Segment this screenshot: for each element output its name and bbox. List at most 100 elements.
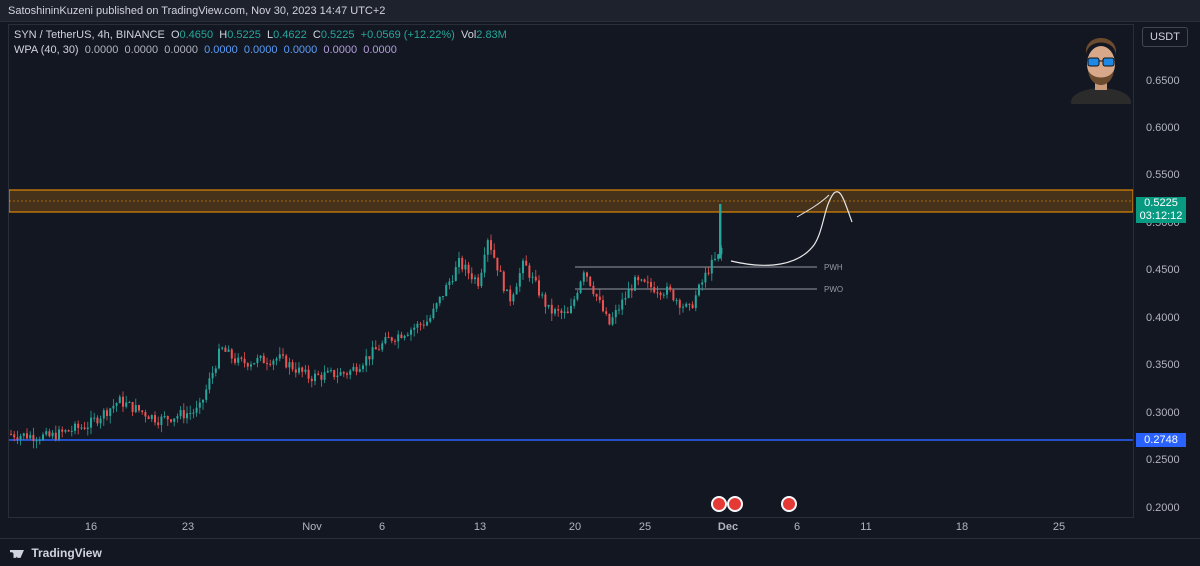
- candle-body: [621, 299, 624, 310]
- candle-body: [317, 373, 320, 375]
- time-axis[interactable]: 16 23 Nov 6 13 20 25 Dec 6 11 18 25: [8, 518, 1134, 536]
- candle-body: [592, 285, 595, 295]
- candle-body: [528, 265, 531, 278]
- candle-body: [166, 416, 169, 420]
- us-flag-event-icon[interactable]: [727, 496, 743, 512]
- chart-legend: SYN / TetherUS, 4h, BINANCE O0.4650 H0.5…: [14, 28, 507, 58]
- candle-body: [259, 355, 262, 358]
- candle-body: [32, 434, 35, 441]
- candle-body: [544, 294, 547, 307]
- candle-body: [464, 264, 467, 270]
- candle-body: [70, 430, 73, 432]
- candle-body: [426, 321, 428, 326]
- candle-body: [406, 334, 409, 336]
- candle-body: [282, 354, 284, 356]
- candle-body: [704, 272, 707, 283]
- candle-body: [614, 310, 617, 318]
- candle-body: [598, 296, 601, 301]
- candle-body: [413, 327, 416, 330]
- pwh-label: PWH: [824, 263, 843, 272]
- candle-body: [490, 240, 492, 250]
- candle-body: [195, 407, 198, 413]
- candle-body: [157, 422, 160, 426]
- candle-body: [29, 434, 32, 439]
- candle-body: [170, 419, 172, 422]
- candle-body: [502, 271, 505, 292]
- tradingview-logo[interactable]: TradingView: [10, 546, 102, 560]
- candle-body: [486, 240, 489, 255]
- candle-body: [202, 399, 204, 403]
- candle-body: [429, 317, 432, 322]
- legend-symbol[interactable]: SYN / TetherUS, 4h, BINANCE: [14, 29, 165, 41]
- candle-body: [246, 363, 249, 367]
- time-label: 11: [860, 521, 872, 533]
- candle-body: [719, 203, 722, 259]
- candle-body: [563, 311, 566, 313]
- candle-body: [550, 304, 553, 314]
- candle-body: [698, 284, 700, 296]
- candle-body: [346, 373, 348, 375]
- price-tick: 0.2500: [1146, 454, 1180, 466]
- candle-body: [230, 349, 233, 359]
- bar-countdown: 03:12:12: [1139, 210, 1183, 222]
- candle-body: [256, 357, 259, 364]
- candlestick-chart[interactable]: PWH PWO: [9, 25, 1133, 517]
- candle-body: [682, 306, 684, 308]
- candle-body: [154, 415, 156, 423]
- candle-body: [253, 363, 256, 365]
- candle-body: [83, 427, 86, 429]
- candle-body: [102, 410, 105, 419]
- candle-body: [141, 410, 144, 413]
- candle-body: [438, 296, 441, 304]
- candle-body: [144, 412, 147, 417]
- candle-body: [160, 416, 163, 426]
- candle-body: [470, 273, 473, 280]
- wpa-value: 0.0000: [323, 44, 358, 56]
- candle-body: [717, 254, 720, 259]
- candle-body: [483, 254, 486, 273]
- candle-body: [320, 374, 323, 380]
- candle-body: [547, 304, 550, 307]
- candle-body: [650, 282, 652, 288]
- candle-body: [374, 347, 377, 350]
- candle-body: [602, 300, 604, 312]
- time-label: 6: [793, 521, 801, 533]
- candle-body: [534, 276, 537, 281]
- candle-body: [16, 437, 19, 440]
- candle-body: [403, 335, 406, 338]
- wpa-indicator-label[interactable]: WPA (40, 30): [14, 44, 79, 56]
- candle-body: [566, 311, 569, 314]
- candle-body: [352, 366, 355, 371]
- candle-body: [371, 347, 374, 360]
- price-tick: 0.4500: [1146, 264, 1180, 276]
- candle-body: [400, 334, 403, 338]
- candle-body: [608, 313, 611, 325]
- time-label: Nov: [302, 521, 322, 533]
- candle-body: [93, 417, 96, 419]
- candle-body: [589, 276, 592, 286]
- candle-body: [179, 410, 182, 417]
- candle-body: [298, 367, 300, 373]
- candle-body: [138, 405, 140, 411]
- candle-body: [480, 272, 483, 287]
- candle-body: [330, 370, 332, 372]
- candle-body: [80, 427, 83, 429]
- candle-body: [192, 412, 195, 414]
- us-flag-event-icon[interactable]: [711, 496, 727, 512]
- candle-body: [74, 423, 76, 431]
- candle-body: [656, 292, 659, 294]
- candle-body: [694, 295, 697, 308]
- time-label: Dec: [717, 521, 739, 533]
- candle-body: [176, 416, 179, 419]
- candle-body: [326, 370, 329, 373]
- candle-body: [115, 403, 118, 406]
- pwo-label: PWO: [824, 285, 843, 294]
- candle-body: [554, 309, 556, 314]
- candle-body: [525, 260, 528, 266]
- candle-body: [109, 408, 112, 416]
- candle-body: [275, 358, 278, 361]
- us-flag-event-icon[interactable]: [781, 496, 797, 512]
- chart-pane[interactable]: PWH PWO: [8, 24, 1134, 518]
- candle-body: [64, 430, 67, 432]
- candle-body: [99, 418, 102, 424]
